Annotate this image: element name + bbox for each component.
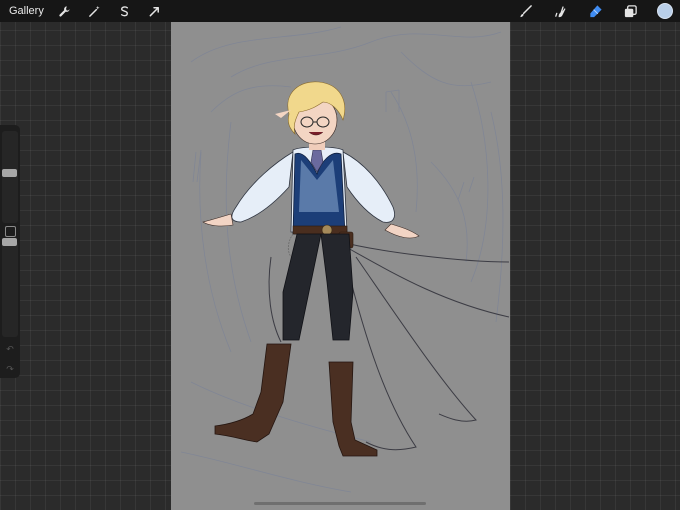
top-toolbar: Gallery — [0, 0, 680, 22]
wrench-icon[interactable] — [54, 0, 76, 22]
transform-arrow-icon[interactable] — [144, 0, 166, 22]
brush-size-slider[interactable] — [2, 131, 18, 223]
selection-icon[interactable] — [114, 0, 136, 22]
current-color-dot — [657, 3, 673, 19]
artwork-illustration — [180, 26, 510, 493]
gallery-button[interactable]: Gallery — [9, 5, 44, 17]
brush-icon[interactable] — [514, 0, 536, 22]
right-tool-group — [514, 0, 680, 22]
home-indicator — [254, 502, 426, 505]
layers-icon[interactable] — [619, 0, 641, 22]
color-swatch[interactable] — [654, 0, 676, 22]
drawing-canvas[interactable] — [171, 22, 510, 510]
opacity-slider[interactable] — [2, 241, 18, 337]
redo-icon[interactable]: ↷ — [4, 364, 16, 374]
eraser-icon[interactable] — [584, 0, 606, 22]
opacity-handle[interactable] — [2, 238, 17, 247]
modify-button[interactable] — [5, 226, 16, 237]
undo-icon[interactable]: ↶ — [4, 344, 16, 354]
smudge-icon[interactable] — [549, 0, 571, 22]
left-sidebar: ↶ ↷ — [0, 125, 20, 378]
brush-size-handle[interactable] — [2, 168, 17, 177]
magic-wand-icon[interactable] — [84, 0, 106, 22]
